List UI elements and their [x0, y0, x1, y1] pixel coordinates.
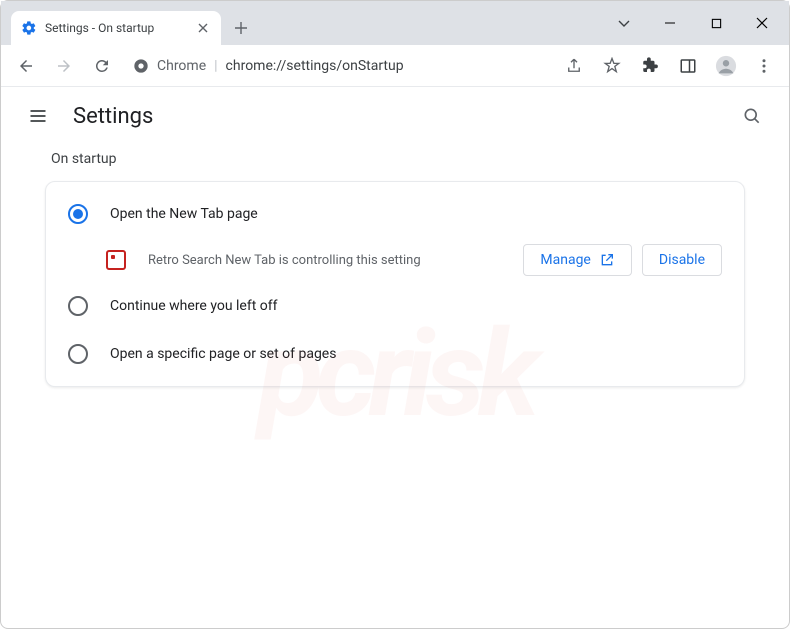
url-origin: Chrome — [157, 58, 206, 74]
share-icon[interactable] — [557, 49, 591, 83]
search-icon[interactable] — [735, 99, 769, 133]
manage-button-label: Manage — [540, 252, 590, 268]
radio-label: Continue where you left off — [110, 298, 278, 314]
maximize-button[interactable] — [693, 8, 739, 38]
radio-icon — [68, 344, 88, 364]
chevron-down-icon[interactable] — [601, 16, 647, 30]
disable-button-label: Disable — [659, 252, 705, 268]
disable-button[interactable]: Disable — [642, 244, 722, 276]
close-icon[interactable] — [195, 20, 211, 36]
extension-notice-row: Retro Search New Tab is controlling this… — [46, 238, 744, 282]
extension-notice-text: Retro Search New Tab is controlling this… — [148, 253, 501, 268]
radio-open-new-tab[interactable]: Open the New Tab page — [46, 190, 744, 238]
extension-icon — [106, 250, 126, 270]
radio-specific-pages[interactable]: Open a specific page or set of pages — [46, 330, 744, 378]
tab-title: Settings - On startup — [45, 21, 187, 35]
section-title: On startup — [51, 151, 765, 167]
radio-label: Open the New Tab page — [110, 206, 258, 222]
extension-actions: Manage Disable — [523, 244, 722, 276]
side-panel-icon[interactable] — [671, 49, 705, 83]
settings-content: On startup Open the New Tab page Retro S… — [1, 151, 789, 411]
close-window-button[interactable] — [739, 8, 785, 38]
radio-icon — [68, 296, 88, 316]
radio-icon — [68, 204, 88, 224]
manage-button[interactable]: Manage — [523, 244, 631, 276]
window-controls — [601, 1, 789, 45]
settings-header: Settings — [1, 87, 789, 145]
url-path: chrome://settings/onStartup — [226, 58, 404, 74]
forward-button[interactable] — [47, 49, 81, 83]
back-button[interactable] — [9, 49, 43, 83]
menu-icon[interactable] — [747, 49, 781, 83]
url-separator: | — [214, 58, 217, 74]
new-tab-button[interactable] — [227, 14, 255, 42]
address-bar[interactable]: Chrome | chrome://settings/onStartup — [123, 51, 553, 81]
profile-icon[interactable] — [709, 49, 743, 83]
page-title: Settings — [73, 104, 153, 129]
radio-continue[interactable]: Continue where you left off — [46, 282, 744, 330]
minimize-button[interactable] — [647, 8, 693, 38]
hamburger-menu-icon[interactable] — [21, 99, 55, 133]
external-link-icon — [599, 252, 615, 268]
browser-tab[interactable]: Settings - On startup — [11, 11, 221, 45]
chrome-logo-icon — [133, 58, 149, 74]
browser-toolbar: Chrome | chrome://settings/onStartup — [1, 45, 789, 87]
gear-icon — [21, 20, 37, 36]
reload-button[interactable] — [85, 49, 119, 83]
bookmark-icon[interactable] — [595, 49, 629, 83]
radio-label: Open a specific page or set of pages — [110, 346, 336, 362]
startup-card: Open the New Tab page Retro Search New T… — [45, 181, 745, 387]
window-titlebar: Settings - On startup — [1, 1, 789, 45]
extensions-icon[interactable] — [633, 49, 667, 83]
